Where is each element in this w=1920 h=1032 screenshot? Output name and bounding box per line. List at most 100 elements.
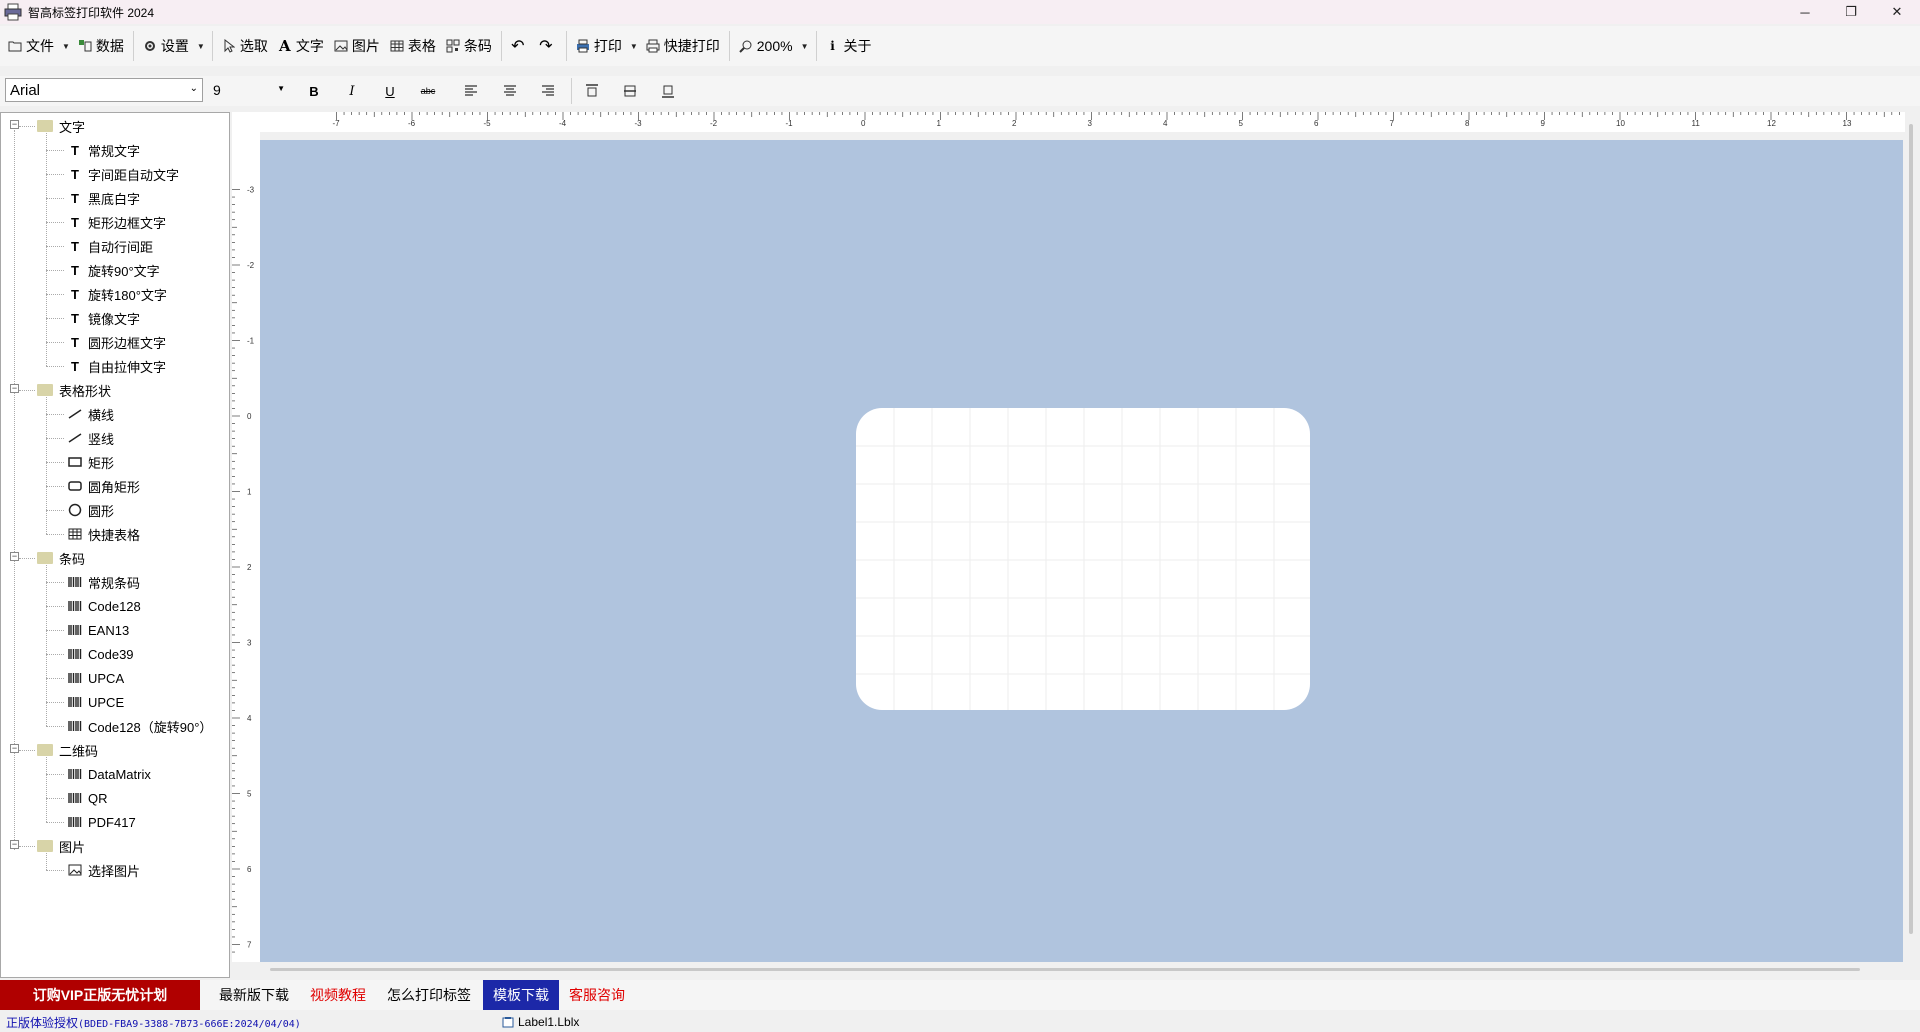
tree-item-qr[interactable]: QR xyxy=(67,786,108,810)
close-button[interactable]: ✕ xyxy=(1874,0,1920,24)
ruler-label: 1 xyxy=(247,488,252,497)
file-menu-button[interactable]: 文件 xyxy=(0,31,59,61)
ruler-label: 9 xyxy=(1541,119,1546,128)
tree-item-mirror-text[interactable]: T 镜像文字 xyxy=(67,306,140,330)
label-page[interactable] xyxy=(856,408,1310,710)
tree-item-hline[interactable]: 横线 xyxy=(67,402,114,426)
tree-group-shapes[interactable]: 表格形状 xyxy=(37,378,111,402)
text-tool-button[interactable]: A 文字 xyxy=(273,31,329,61)
tree-connector xyxy=(46,246,64,247)
tree-group-text[interactable]: 文字 xyxy=(37,114,85,138)
tree-item-select-image[interactable]: 选择图片 xyxy=(67,858,140,882)
template-download-link[interactable]: 模板下载 xyxy=(483,980,559,1010)
tree-item-spacing-text[interactable]: T 字间距自动文字 xyxy=(67,162,179,186)
align-left-button[interactable] xyxy=(460,80,482,102)
scrollbar-thumb[interactable] xyxy=(270,968,1860,971)
tree-item-circle[interactable]: 圆形 xyxy=(67,498,114,522)
font-family-select[interactable]: Arial ⌄ xyxy=(5,78,203,102)
vertical-scrollbar[interactable] xyxy=(1905,112,1920,962)
tree-connector xyxy=(46,198,64,199)
valign-top-button[interactable] xyxy=(581,80,603,102)
zoom-dropdown-arrow[interactable]: ▼ xyxy=(798,42,812,51)
zoom-button[interactable]: 200% xyxy=(734,31,798,61)
tree-item-quick-table[interactable]: 快捷表格 xyxy=(67,522,140,546)
align-right-button[interactable] xyxy=(537,80,559,102)
tree-item-datamatrix[interactable]: DataMatrix xyxy=(67,762,151,786)
title-bar: 智高标签打印软件 2024 ─ ❐ ✕ xyxy=(0,0,1920,24)
status-bar: 正版体验授权(BDED-FBA9-3388-7B73-666E:2024/04/… xyxy=(0,1012,1920,1032)
minimize-button[interactable]: ─ xyxy=(1782,0,1828,24)
tree-connector xyxy=(46,726,64,727)
bold-button[interactable]: B xyxy=(303,80,325,102)
restore-button[interactable]: ❐ xyxy=(1828,0,1874,24)
underline-button[interactable]: U xyxy=(379,80,401,102)
select-tool-button[interactable]: 选取 xyxy=(217,31,273,61)
strikethrough-button[interactable]: abc xyxy=(417,80,439,102)
align-center-button[interactable] xyxy=(499,80,521,102)
tree-collapse-toggle[interactable]: − xyxy=(10,744,19,753)
tree-connector xyxy=(46,150,64,151)
tree-collapse-toggle[interactable]: − xyxy=(10,384,19,393)
tree-item-rect-border-text[interactable]: T 矩形边框文字 xyxy=(67,210,166,234)
tree-group-image[interactable]: 图片 xyxy=(37,834,85,858)
tree-item-pdf417[interactable]: PDF417 xyxy=(67,810,136,834)
ruler-label: 2 xyxy=(1012,119,1017,128)
table-tool-button[interactable]: 表格 xyxy=(385,31,441,61)
tree-item-rounded-rect[interactable]: 圆角矩形 xyxy=(67,474,140,498)
tree-item-rotate90-text[interactable]: T 旋转90°文字 xyxy=(67,258,160,282)
tree-collapse-toggle[interactable]: − xyxy=(10,840,19,849)
horizontal-scrollbar[interactable] xyxy=(260,962,1905,978)
scrollbar-thumb[interactable] xyxy=(1909,124,1913,934)
data-button[interactable]: 数据 xyxy=(73,31,129,61)
tree-item-inverse-text[interactable]: T 黑底白字 xyxy=(67,186,140,210)
print-label: 打印 xyxy=(593,38,622,54)
tree-item-circle-border-text[interactable]: T 圆形边框文字 xyxy=(67,330,166,354)
tree-item-code128-rotated[interactable]: Code128（旋转90°） xyxy=(67,714,212,738)
tree-item-rotate180-text[interactable]: T 旋转180°文字 xyxy=(67,282,167,306)
undo-button[interactable]: ↶ xyxy=(506,31,534,61)
font-size-select[interactable]: 9 ▼ xyxy=(209,78,289,102)
video-tutorial-link[interactable]: 视频教程 xyxy=(310,980,366,1010)
customer-service-link[interactable]: 客服咨询 xyxy=(569,980,625,1010)
how-to-print-link[interactable]: 怎么打印标签 xyxy=(387,980,471,1010)
redo-button[interactable]: ↷ xyxy=(534,31,562,61)
barcode-tool-button[interactable]: 条码 xyxy=(441,31,497,61)
tree-item-label: 自由拉伸文字 xyxy=(88,359,167,375)
tree-collapse-toggle[interactable]: − xyxy=(10,120,19,129)
tree-item-regular-barcode[interactable]: 常规条码 xyxy=(67,570,140,594)
design-canvas[interactable] xyxy=(260,140,1903,962)
print-dropdown-arrow[interactable]: ▼ xyxy=(627,42,641,51)
tree-item-auto-line-spacing[interactable]: T 自动行间距 xyxy=(67,234,153,258)
file-dropdown-arrow[interactable]: ▼ xyxy=(59,42,73,51)
tree-item-code128[interactable]: Code128 xyxy=(67,594,141,618)
tree-item-free-stretch-text[interactable]: T 自由拉伸文字 xyxy=(67,354,166,378)
tree-collapse-toggle[interactable]: − xyxy=(10,552,19,561)
tree-item-regular-text[interactable]: T 常规文字 xyxy=(67,138,140,162)
italic-button[interactable]: I xyxy=(341,80,363,102)
tree-group-2d-code[interactable]: 二维码 xyxy=(37,738,98,762)
image-tool-button[interactable]: 图片 xyxy=(329,31,385,61)
tree-item-vline[interactable]: 竖线 xyxy=(67,426,114,450)
tree-item-label: UPCE xyxy=(88,694,125,710)
about-button[interactable]: i 关于 xyxy=(821,31,877,61)
tree-item-code39[interactable]: Code39 xyxy=(67,642,134,666)
vip-plan-button[interactable]: 订购VIP正版无忧计划 xyxy=(0,980,200,1010)
settings-button[interactable]: 设置 xyxy=(138,31,194,61)
tree-item-label: Code128（旋转90°） xyxy=(88,719,213,735)
tree-connector xyxy=(19,750,35,751)
tree-group-barcode[interactable]: 条码 xyxy=(37,546,85,570)
ruler-label: -6 xyxy=(408,119,416,128)
tree-item-upce[interactable]: UPCE xyxy=(67,690,124,714)
tree-item-label: 圆形边框文字 xyxy=(88,335,167,351)
print-button[interactable]: 打印 xyxy=(571,31,627,61)
tree-item-ean13[interactable]: EAN13 xyxy=(67,618,129,642)
latest-download-link[interactable]: 最新版下载 xyxy=(219,980,289,1010)
tree-connector xyxy=(46,630,64,631)
quick-print-button[interactable]: 快捷打印 xyxy=(641,31,725,61)
valign-bottom-button[interactable] xyxy=(657,80,679,102)
tree-item-rectangle[interactable]: 矩形 xyxy=(67,450,114,474)
valign-middle-button[interactable] xyxy=(619,80,641,102)
folder-icon xyxy=(37,744,53,756)
settings-dropdown-arrow[interactable]: ▼ xyxy=(194,42,208,51)
tree-item-upca[interactable]: UPCA xyxy=(67,666,124,690)
